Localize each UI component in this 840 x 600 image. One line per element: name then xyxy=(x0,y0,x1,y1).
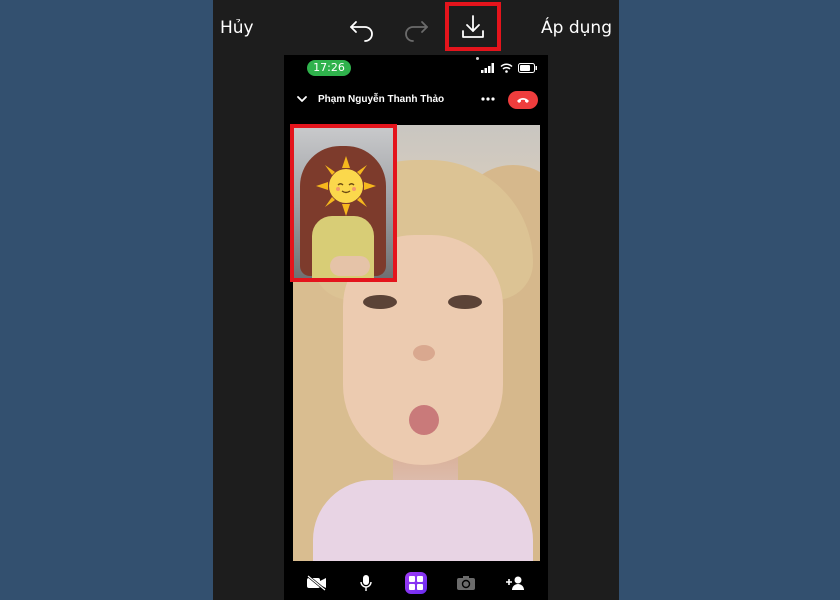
effects-icon[interactable] xyxy=(404,572,427,594)
video-off-icon[interactable] xyxy=(306,572,328,594)
more-icon[interactable] xyxy=(480,92,496,106)
switch-camera-icon[interactable] xyxy=(455,572,477,594)
end-call-button[interactable] xyxy=(508,91,538,109)
undo-icon[interactable] xyxy=(347,12,377,42)
battery-icon xyxy=(518,63,537,73)
status-icons xyxy=(481,63,538,73)
signal-icon xyxy=(481,63,494,73)
editor-toolbar: Hủy Áp dụng xyxy=(213,0,619,55)
wifi-icon xyxy=(500,63,513,73)
indicator-dot xyxy=(476,57,479,60)
self-video-preview[interactable] xyxy=(290,124,397,282)
sun-sticker-icon xyxy=(316,156,376,216)
add-person-icon[interactable] xyxy=(504,572,526,594)
call-header: Phạm Nguyễn Thanh Thảo xyxy=(284,85,548,115)
photo-editor: Hủy Áp dụng 17:26 Phạm Nguyễn Thanh Thảo xyxy=(213,0,619,600)
redo-icon[interactable] xyxy=(401,12,431,42)
cancel-button[interactable]: Hủy xyxy=(220,18,254,38)
download-icon xyxy=(462,15,484,38)
status-bar: 17:26 xyxy=(284,55,548,83)
caller-name: Phạm Nguyễn Thanh Thảo xyxy=(318,94,445,105)
call-controls xyxy=(284,566,548,600)
chevron-down-icon[interactable] xyxy=(296,93,308,105)
end-call-icon xyxy=(517,98,529,103)
apply-button[interactable]: Áp dụng xyxy=(541,18,612,38)
status-time: 17:26 xyxy=(307,60,351,76)
microphone-icon[interactable] xyxy=(355,572,377,594)
download-button[interactable] xyxy=(445,2,501,51)
